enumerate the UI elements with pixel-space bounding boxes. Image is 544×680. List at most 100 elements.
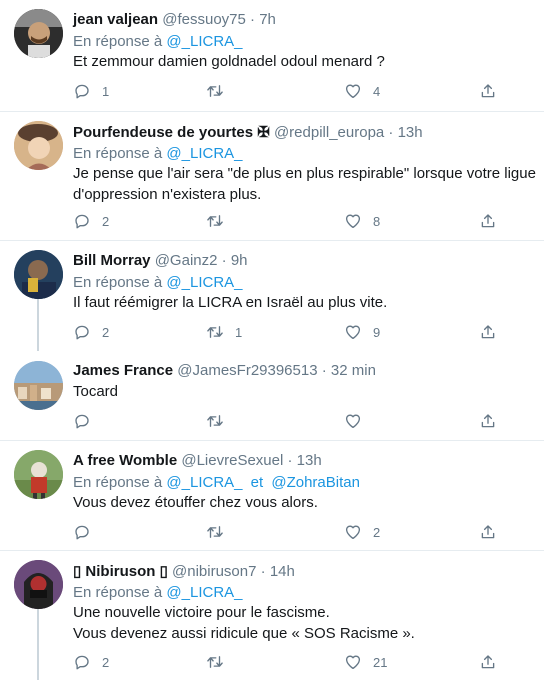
like-count: 8: [373, 213, 381, 229]
retweet-icon: [207, 415, 223, 427]
mention-link[interactable]: @ZohraBitan: [271, 474, 360, 491]
tweet-text-line: Il faut réémigrer la LICRA en Israël au …: [73, 294, 388, 311]
reply-icon: [75, 84, 89, 99]
reply-count: 1: [102, 83, 110, 99]
reply-button[interactable]: [73, 411, 102, 431]
avatar[interactable]: [14, 9, 63, 58]
tweet-text: Une nouvelle victoire pour le fascisme. …: [73, 602, 415, 644]
avatar[interactable]: [14, 450, 63, 499]
like-count: 2: [373, 524, 381, 540]
tweet-timestamp[interactable]: 13h: [398, 124, 423, 141]
retweet-button[interactable]: [206, 81, 235, 101]
reply-button[interactable]: [73, 522, 102, 542]
avatar[interactable]: [14, 560, 63, 609]
tweet-timestamp[interactable]: 7h: [259, 11, 276, 28]
share-icon: [481, 525, 495, 539]
like-button[interactable]: 2: [344, 522, 380, 542]
author-name[interactable]: ▯ Nibiruson ▯: [73, 563, 168, 580]
tweet-timestamp[interactable]: 9h: [231, 252, 248, 269]
author-name[interactable]: Pourfendeuse de yourtes ✠: [73, 124, 270, 141]
tweet-timestamp[interactable]: 14h: [270, 563, 295, 580]
thread-connector: [37, 299, 39, 351]
tweet-actions: 2 8: [73, 211, 513, 231]
replying-to: En réponse à @_LICRA_: [73, 274, 243, 291]
like-count: 4: [373, 83, 381, 99]
retweet-button[interactable]: [206, 411, 235, 431]
tweet[interactable]: James France @JamesFr29396513 · 32 min T…: [0, 351, 544, 440]
heart-icon: [345, 414, 361, 429]
heart-icon: [345, 655, 361, 670]
replying-to: En réponse à @_LICRA_: [73, 33, 243, 50]
replying-to: En réponse à @_LICRA_: [73, 584, 243, 601]
tweet-text-line: Je pense que l'air sera "de plus en plus…: [73, 165, 536, 182]
share-icon: [481, 414, 495, 428]
like-count: 9: [373, 324, 381, 340]
share-icon: [481, 325, 495, 339]
mention-link[interactable]: @_LICRA_: [166, 33, 242, 50]
like-button[interactable]: [344, 411, 373, 431]
thread-connector: [37, 609, 39, 680]
replying-to-label: En réponse à: [73, 145, 163, 162]
tweet-text-line: Vous devez étouffer chez vous alors.: [73, 494, 318, 511]
retweet-icon: [207, 85, 223, 97]
author-handle[interactable]: @nibiruson7: [172, 563, 256, 580]
author-handle[interactable]: @fessuoy75: [162, 11, 246, 28]
retweet-count: 1: [235, 324, 243, 340]
retweet-icon: [207, 526, 223, 538]
share-button[interactable]: [479, 211, 497, 231]
reply-icon: [75, 325, 89, 340]
like-button[interactable]: 8: [344, 211, 380, 231]
tweet[interactable]: A free Womble @LievreSexuel · 13h En rép…: [0, 441, 544, 550]
share-button[interactable]: [479, 522, 497, 542]
author-name[interactable]: jean valjean: [73, 11, 158, 28]
heart-icon: [345, 325, 361, 340]
like-button[interactable]: 21: [344, 652, 387, 672]
like-button[interactable]: 4: [344, 81, 380, 101]
reply-button[interactable]: 1: [73, 81, 109, 101]
author-name[interactable]: A free Womble: [73, 452, 177, 469]
tweet-actions: [73, 411, 513, 431]
mention-link[interactable]: @_LICRA_: [166, 145, 242, 162]
reply-count: 2: [102, 324, 110, 340]
author-name[interactable]: James France: [73, 362, 173, 379]
avatar[interactable]: [14, 121, 63, 170]
replying-to-label: En réponse à: [73, 584, 163, 601]
author-handle[interactable]: @LievreSexuel: [181, 452, 283, 469]
author-handle[interactable]: @Gainz2: [155, 252, 218, 269]
reply-button[interactable]: 2: [73, 652, 109, 672]
tweet-text-line: Une nouvelle victoire pour le fascisme.: [73, 604, 330, 621]
tweet[interactable]: Pourfendeuse de yourtes ✠ @redpill_europ…: [0, 112, 544, 240]
avatar[interactable]: [14, 250, 63, 299]
tweet-timestamp[interactable]: 32 min: [331, 362, 376, 379]
retweet-button[interactable]: [206, 652, 235, 672]
tweet[interactable]: jean valjean @fessuoy75 · 7h En réponse …: [0, 0, 544, 111]
share-button[interactable]: [479, 322, 497, 342]
replying-to-label: En réponse à: [73, 274, 163, 291]
reply-button[interactable]: 2: [73, 322, 109, 342]
mention-link[interactable]: @_LICRA_: [166, 274, 242, 291]
author-name[interactable]: Bill Morray: [73, 252, 151, 269]
tweet[interactable]: Bill Morray @Gainz2 · 9h En réponse à @_…: [0, 241, 544, 351]
avatar[interactable]: [14, 361, 63, 410]
separator-dot: ·: [321, 362, 327, 379]
retweet-button[interactable]: [206, 211, 235, 231]
tweet-actions: 2 1 9: [73, 322, 513, 342]
retweet-button[interactable]: 1: [206, 322, 242, 342]
tweet-timestamp[interactable]: 13h: [297, 452, 322, 469]
share-icon: [481, 84, 495, 98]
like-button[interactable]: 9: [344, 322, 380, 342]
tweet[interactable]: ▯ Nibiruson ▯ @nibiruson7 · 14h En répon…: [0, 551, 544, 680]
mention-link[interactable]: @_LICRA_: [166, 584, 242, 601]
author-handle[interactable]: @JamesFr29396513: [177, 362, 317, 379]
share-button[interactable]: [479, 411, 497, 431]
reply-button[interactable]: 2: [73, 211, 109, 231]
share-button[interactable]: [479, 652, 497, 672]
heart-icon: [345, 84, 361, 99]
replying-to: En réponse à @_LICRA_: [73, 145, 243, 162]
retweet-icon: [207, 326, 223, 338]
reply-icon: [75, 214, 89, 229]
mention-link[interactable]: @_LICRA_: [166, 474, 242, 491]
author-handle[interactable]: @redpill_europa: [274, 124, 384, 141]
share-button[interactable]: [479, 81, 497, 101]
retweet-button[interactable]: [206, 522, 235, 542]
